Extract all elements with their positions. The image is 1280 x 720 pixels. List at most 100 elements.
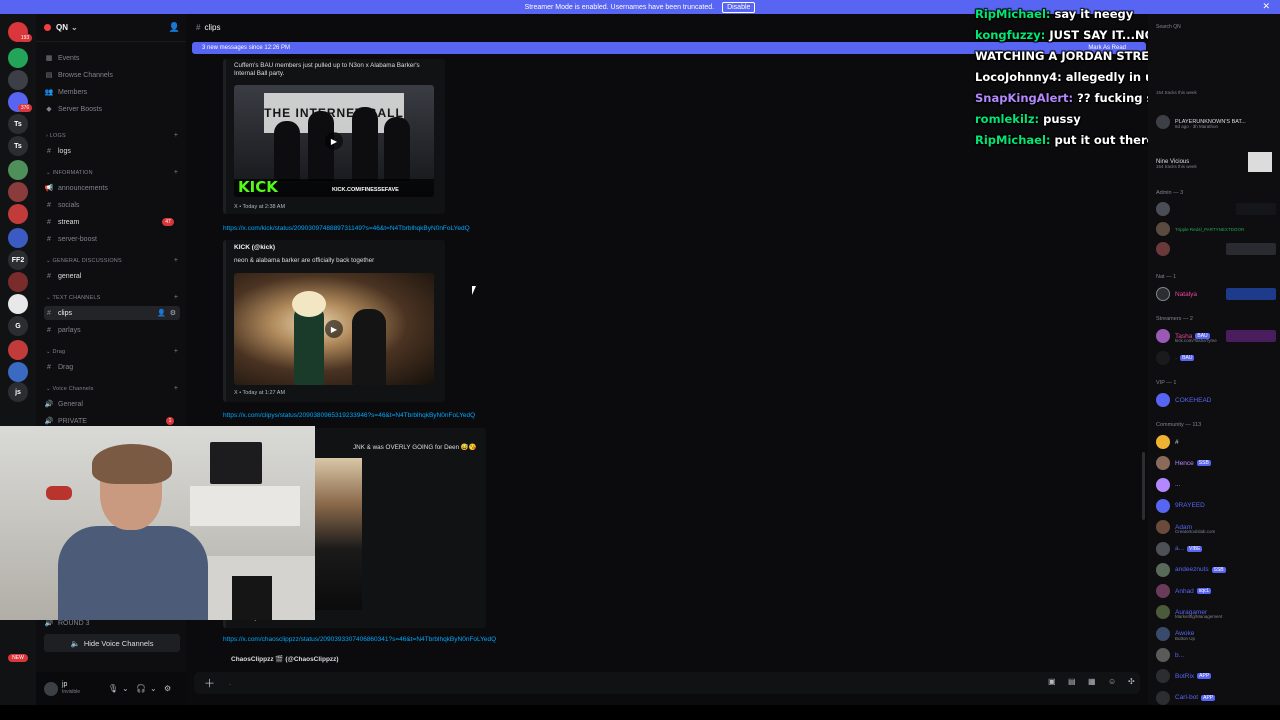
play-icon[interactable]: ▶ <box>325 132 343 150</box>
search-input[interactable]: Search QN <box>1156 24 1181 30</box>
server-icon[interactable] <box>8 160 28 180</box>
channel-stream[interactable]: # stream 47 <box>44 215 180 229</box>
server-icon[interactable]: js <box>8 382 28 402</box>
message-link[interactable]: https://x.com/clipys/status/209038096531… <box>223 412 475 419</box>
channel-server-boost[interactable]: # server-boost <box>44 232 180 246</box>
member-row[interactable]: Tripple Red4l_PARTYNEXTDOOR <box>1156 221 1276 237</box>
channel-announcements[interactable]: 📢 announcements <box>44 181 180 195</box>
member-row[interactable]: Hence SSB <box>1156 455 1276 471</box>
sticker-icon[interactable]: ▦ <box>1088 677 1096 686</box>
microphone-icon[interactable]: 🎙 <box>108 684 118 693</box>
category-drag[interactable]: ⌄ Drag <box>46 349 65 355</box>
channel-logs[interactable]: # logs <box>44 144 180 158</box>
member-row[interactable] <box>1156 241 1276 257</box>
member-row[interactable]: Auragamer Marketing/Management <box>1156 604 1276 620</box>
server-icon[interactable] <box>8 204 28 224</box>
sidebar-item-browse-channels[interactable]: ▤ Browse Channels <box>44 68 180 82</box>
chevron-down-icon[interactable]: ⌄ <box>122 684 129 693</box>
member-row[interactable]: Natalya <box>1156 286 1276 302</box>
embed-author[interactable]: KICK (@kick) <box>234 244 275 251</box>
server-icon[interactable] <box>8 182 28 202</box>
add-channel-icon[interactable]: + <box>174 348 178 355</box>
member-row[interactable] <box>1156 201 1276 217</box>
tweet-embed: KICK (@kick) neon & alabama barker are o… <box>223 240 445 402</box>
user-name-block[interactable]: jp Invisible <box>62 681 80 696</box>
member-row[interactable]: BotRix APP <box>1156 668 1276 684</box>
guild-header[interactable]: QN ⌄ 👤 <box>36 14 186 42</box>
kick-logo: KICK <box>238 178 278 196</box>
add-channel-icon[interactable]: + <box>174 132 178 139</box>
server-icon[interactable] <box>8 70 28 90</box>
person-silhouette <box>384 117 410 181</box>
member-row[interactable]: b... <box>1156 647 1276 663</box>
server-icon[interactable]: G <box>8 316 28 336</box>
gif-icon[interactable]: ▤ <box>1068 677 1076 686</box>
gear-icon[interactable]: ⚙ <box>170 309 176 317</box>
video-thumbnail[interactable]: ▶ <box>234 273 434 385</box>
channel-parlays[interactable]: # parlays <box>44 323 180 337</box>
voice-channel-general[interactable]: 🔊 General <box>44 397 180 411</box>
embed-author[interactable]: ChaosClippzz 🎬 (@ChaosClippzz) <box>231 655 339 663</box>
avatar[interactable] <box>44 681 58 696</box>
server-icon[interactable] <box>8 362 28 382</box>
play-icon[interactable]: ▶ <box>325 320 343 338</box>
member-row[interactable]: 9RAYEED <box>1156 498 1276 514</box>
invite-people-icon[interactable]: 👤 <box>169 22 180 33</box>
category-information[interactable]: ⌄ INFORMATION <box>46 170 93 176</box>
server-icon[interactable]: Ts <box>8 136 28 156</box>
member-row[interactable]: Anhad sqcL <box>1156 583 1276 599</box>
member-row[interactable]: PLAYERUNKNOWN'S BAT... 8d ago · 3h Marat… <box>1156 114 1276 130</box>
server-icon[interactable] <box>8 228 28 248</box>
server-icon[interactable] <box>8 48 28 68</box>
emoji-icon[interactable]: ☺ <box>1108 677 1116 686</box>
sidebar-item-members[interactable]: 👥 Members <box>44 85 180 99</box>
channel-clips[interactable]: # clips 👤 ⚙ <box>44 306 180 320</box>
disable-streamer-mode-button[interactable]: Disable <box>722 1 756 13</box>
chevron-down-icon[interactable]: ⌄ <box>150 684 157 693</box>
gear-icon[interactable]: ⚙ <box>164 684 171 693</box>
category-logs[interactable]: › LOGS <box>46 133 66 139</box>
member-row[interactable]: Tasha BAU kick.com/TashaTyme <box>1156 328 1276 344</box>
add-channel-icon[interactable]: + <box>174 385 178 392</box>
hide-voice-channels-button[interactable]: 🔈 Hide Voice Channels <box>44 634 180 652</box>
channel-general[interactable]: # general <box>44 269 180 283</box>
member-row[interactable]: andeeznuts SSB <box>1156 562 1276 578</box>
add-channel-icon[interactable]: + <box>174 169 178 176</box>
headphones-icon[interactable]: 🎧 <box>136 684 146 693</box>
member-row[interactable]: Awoke Button Up <box>1156 626 1276 642</box>
hash-icon: # <box>47 235 51 243</box>
category-voice-channels[interactable]: ⌄ Voice Channels <box>46 386 94 392</box>
channel-socials[interactable]: # socials <box>44 198 180 212</box>
gift-icon[interactable]: ▣ <box>1048 677 1056 686</box>
member-row[interactable]: COKEHEAD <box>1156 392 1276 408</box>
server-icon[interactable] <box>8 272 28 292</box>
server-icon[interactable] <box>8 294 28 314</box>
message-link[interactable]: https://x.com/kick/status/20903097488897… <box>223 225 470 232</box>
category-general-discussions[interactable]: ⌄ GENERAL DISCUSSIONS <box>46 258 122 264</box>
invite-icon[interactable]: 👤 <box>157 309 166 317</box>
plus-icon[interactable]: ＋ <box>204 675 215 691</box>
category-text-channels[interactable]: ⌄ TEXT CHANNELS <box>46 295 100 301</box>
member-row[interactable]: # <box>1156 434 1276 450</box>
sidebar-item-events[interactable]: ▦ Events <box>44 51 180 65</box>
channel-drag[interactable]: # Drag <box>44 360 180 374</box>
scrollbar[interactable] <box>1142 452 1145 520</box>
member-row[interactable]: ... <box>1156 477 1276 493</box>
avatar <box>1156 115 1170 129</box>
server-icon[interactable]: Ts <box>8 114 28 134</box>
video-thumbnail[interactable]: THE INTERNET BALL KICK KICK.COM/FINESSEF… <box>234 85 434 197</box>
member-row[interactable]: · BAU <box>1156 350 1276 366</box>
add-channel-icon[interactable]: + <box>174 257 178 264</box>
member-row[interactable]: Adam Creatortoolslab.com <box>1156 519 1276 535</box>
member-row[interactable]: Carl-bot APP <box>1156 690 1276 705</box>
apps-icon[interactable]: ✣ <box>1128 677 1135 686</box>
video-thumbnail[interactable] <box>315 458 362 610</box>
member-row[interactable]: a... VIBE <box>1156 541 1276 557</box>
server-icon[interactable] <box>8 340 28 360</box>
add-channel-icon[interactable]: + <box>174 294 178 301</box>
message-input[interactable] <box>229 679 929 687</box>
server-icon[interactable]: FF2 <box>8 250 28 270</box>
close-icon[interactable]: ✕ <box>1262 1 1270 12</box>
message-link[interactable]: https://x.com/chaosclippzz/status/209039… <box>223 636 496 643</box>
sidebar-item-server-boosts[interactable]: ◆ Server Boosts <box>44 102 180 116</box>
